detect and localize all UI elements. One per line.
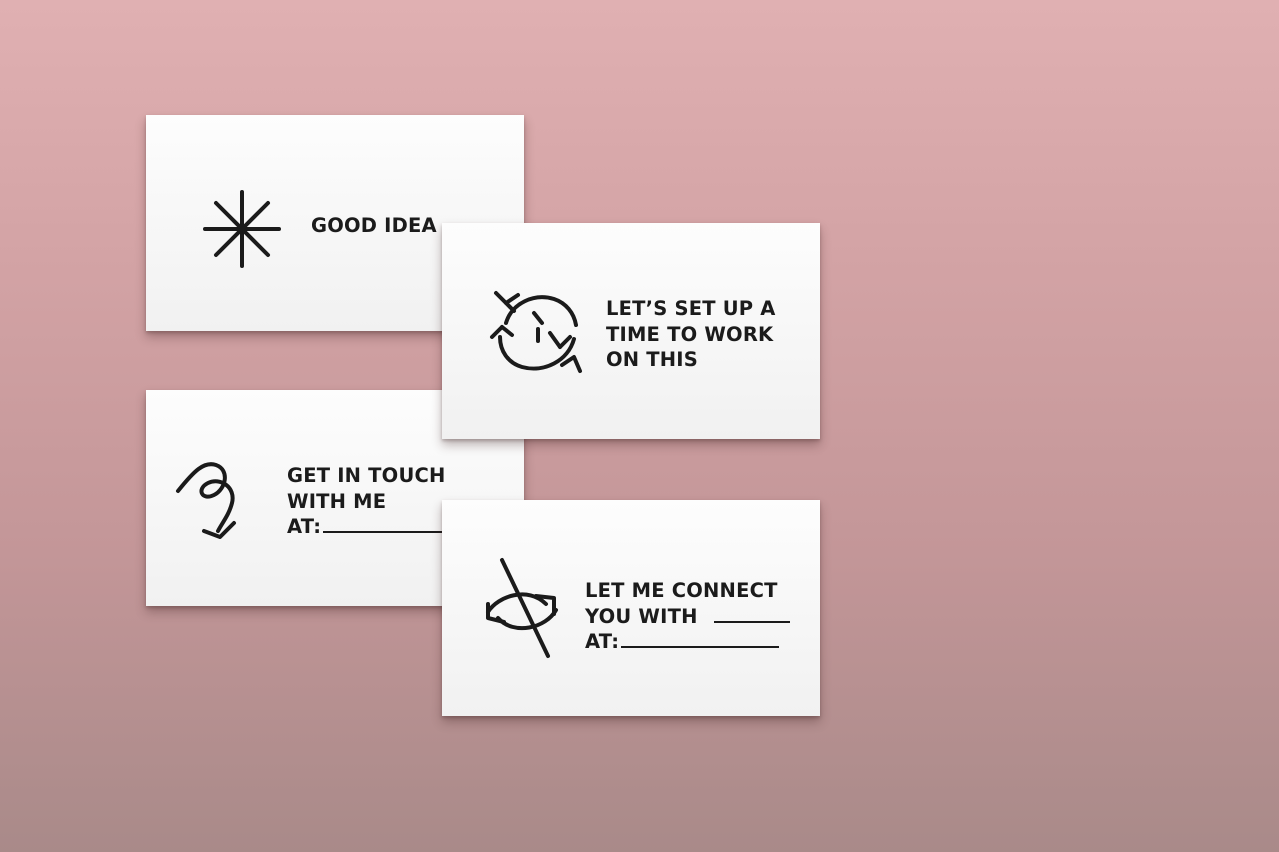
card-text-line: GET IN TOUCH: [287, 464, 446, 487]
card-set-up-time: LET’S SET UP A TIME TO WORK ON THIS: [442, 223, 820, 439]
card-text-line: AT:: [287, 515, 322, 538]
card-text-line: WITH ME: [287, 489, 387, 513]
asterisk-star-icon: [202, 190, 282, 270]
cycle-arrows-clock-icon: [486, 289, 586, 379]
card-set-up-time-text: LET’S SET UP A TIME TO WORK ON THIS: [606, 296, 776, 373]
fill-in-blank-line: [621, 630, 780, 648]
card-text-line: LET ME CONNECT: [585, 579, 778, 602]
fill-in-blank-line: [323, 515, 449, 533]
card-good-idea-text: GOOD IDEA: [311, 213, 437, 239]
card-text-line: TIME TO WORK: [606, 322, 774, 346]
card-text-line-with-blank: AT:: [287, 514, 449, 540]
card-text-line-with-blank: AT:: [585, 629, 790, 655]
fill-in-blank-line: [713, 605, 790, 623]
card-connect-you: LET ME CONNECT YOU WITH AT:: [442, 500, 820, 716]
crossing-arrows-icon: [484, 556, 564, 666]
card-text-line: YOU WITH: [585, 604, 698, 628]
card-connect-you-text: LET ME CONNECT YOU WITH AT:: [585, 578, 790, 655]
card-text-line: GOOD IDEA: [311, 214, 437, 237]
loop-arrow-icon: [174, 457, 254, 547]
card-text-line: AT:: [585, 630, 620, 653]
card-get-in-touch-text: GET IN TOUCH WITH ME AT:: [287, 463, 449, 540]
card-text-line-with-blank: YOU WITH: [585, 604, 790, 630]
card-text-line: LET’S SET UP A: [606, 297, 776, 320]
card-text-line: ON THIS: [606, 348, 699, 371]
